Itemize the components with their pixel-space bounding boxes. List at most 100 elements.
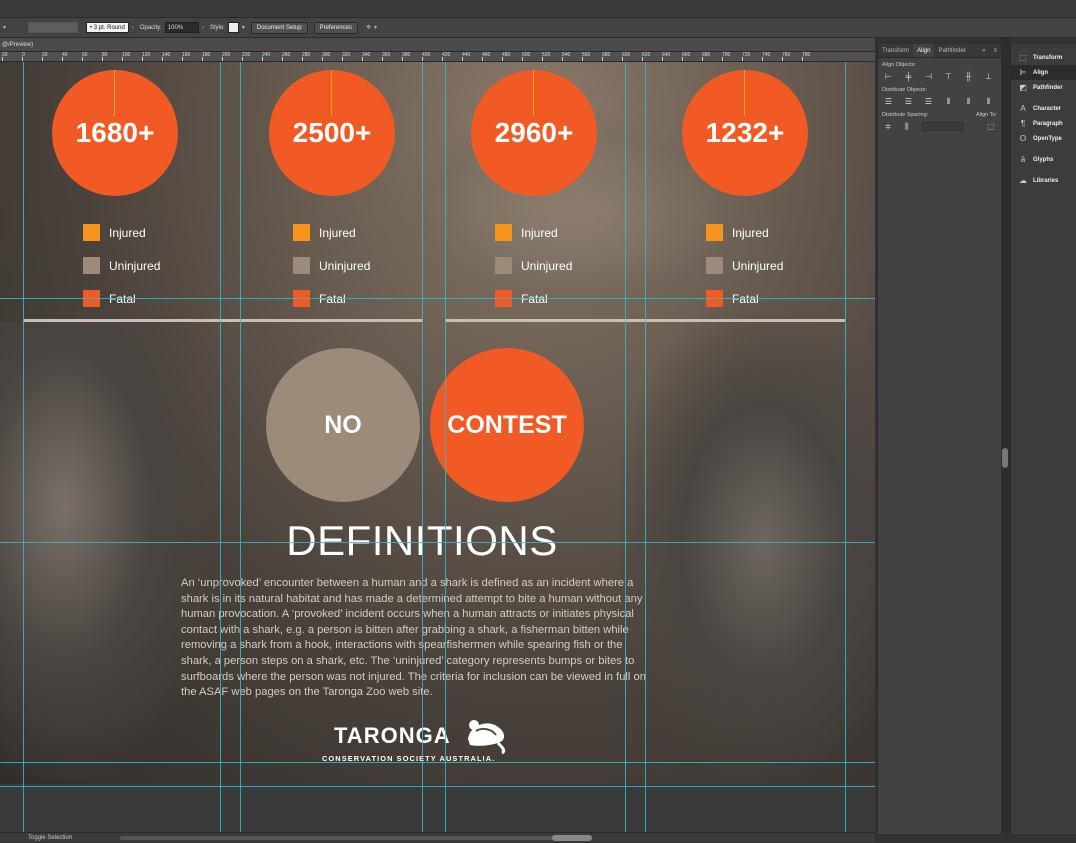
panel-dock: ⬚ Transform ⊫ Align ◩ Pathfinder A Character… xyxy=(1010,44,1076,834)
glyphs-icon: ä xyxy=(1020,155,1026,164)
ruler-tick xyxy=(742,57,743,61)
ruler-tick-label: 600 xyxy=(622,52,631,58)
ruler-tick xyxy=(582,57,583,61)
align-to-selection-icon[interactable]: ⬚ xyxy=(985,122,997,131)
artboard: 1680+ 2500+ 2960+ 1232+ Injured Uninjure… xyxy=(0,62,875,784)
ruler-tick-label: 780 xyxy=(802,52,811,58)
ruler-tick xyxy=(142,57,143,61)
document-tab[interactable]: @/Preview) xyxy=(0,38,875,52)
guide-vertical[interactable] xyxy=(645,62,646,832)
libraries-icon: ☁ xyxy=(1019,176,1027,185)
panel-menu-icon[interactable]: ≡ xyxy=(989,44,1001,57)
dock-item-align[interactable]: ⊫ Align xyxy=(1011,65,1076,80)
guide-vertical[interactable] xyxy=(240,62,241,832)
dock-item-glyphs[interactable]: ä Glyphs xyxy=(1011,152,1076,167)
stroke-profile-dropdown[interactable]: • 3 pt. Round xyxy=(86,22,129,33)
legend-swatch xyxy=(83,224,100,241)
align-left-icon[interactable]: ⊢ xyxy=(882,72,895,81)
scroll-thumb[interactable] xyxy=(552,835,592,841)
status-label[interactable]: Toggle Selection xyxy=(28,835,72,841)
distribute-objects-label: Distribute Objects: xyxy=(882,87,927,93)
distribute-vcenter-icon[interactable]: ☰ xyxy=(902,97,915,106)
tab-transform[interactable]: Transform xyxy=(878,44,913,57)
ruler-tick-label: 440 xyxy=(462,52,471,58)
dock-item-opentype[interactable]: O OpenType xyxy=(1011,131,1076,146)
pie-slice xyxy=(114,70,115,116)
scroll-thumb[interactable] xyxy=(1002,448,1008,468)
ruler-tick xyxy=(102,57,103,61)
chevron-down-icon[interactable]: ▾ xyxy=(3,24,6,31)
guide-vertical[interactable] xyxy=(445,62,446,832)
stroke-weight-field[interactable] xyxy=(28,22,79,33)
application-bar xyxy=(0,0,1076,18)
ruler-tick-label: 300 xyxy=(322,52,331,58)
legend-swatch xyxy=(293,257,310,274)
legend-item-uninjured: Uninjured xyxy=(83,257,160,274)
tab-pathfinder[interactable]: Pathfinder xyxy=(934,44,969,57)
dock-item-pathfinder[interactable]: ◩ Pathfinder xyxy=(1011,80,1076,95)
ruler-tick-label: 700 xyxy=(722,52,731,58)
chevron-down-icon[interactable]: › xyxy=(132,25,134,31)
chevron-down-icon[interactable]: ▾ xyxy=(374,24,377,31)
align-bottom-icon[interactable]: ⊥ xyxy=(982,72,995,81)
legend-2: Injured Uninjured Fatal xyxy=(293,224,370,323)
align-to-label: Align To: xyxy=(976,112,997,118)
guide-vertical[interactable] xyxy=(845,62,846,832)
dock-item-paragraph[interactable]: ¶ Paragraph xyxy=(1011,116,1076,131)
opacity-input[interactable]: 100% xyxy=(164,22,199,33)
distribute-left-icon[interactable]: ⦀ xyxy=(942,97,955,106)
paragraph-icon: ¶ xyxy=(1020,119,1026,128)
definitions-body: An ‘unprovoked’ encounter between a huma… xyxy=(181,577,646,699)
ruler-tick xyxy=(182,57,183,61)
document-setup-button[interactable]: Document Setup xyxy=(250,21,308,34)
collapse-panel-icon[interactable]: » xyxy=(978,44,989,57)
ruler-tick xyxy=(422,57,423,61)
horizontal-ruler[interactable]: 20 0 20 40 60 80 100 120 140 160 180 200 220 240 260 28… xyxy=(0,52,875,62)
pathfinder-icon: ◩ xyxy=(1019,83,1027,92)
guide-horizontal[interactable] xyxy=(0,298,875,299)
horizontal-spacing-icon[interactable]: ⫼ xyxy=(901,122,913,131)
dock-item-libraries[interactable]: ☁ Libraries xyxy=(1011,173,1076,188)
align-hcenter-icon[interactable]: ╪ xyxy=(902,72,915,81)
canvas[interactable]: 1680+ 2500+ 2960+ 1232+ Injured Uninjure… xyxy=(0,62,875,832)
distribute-top-icon[interactable]: ☰ xyxy=(882,97,895,106)
preferences-button[interactable]: Preferences xyxy=(313,21,358,34)
chevron-down-icon[interactable]: ▾ xyxy=(242,24,245,31)
vertical-spacing-icon[interactable]: ≑ xyxy=(882,122,894,131)
stat-value: 2960+ xyxy=(494,117,574,148)
guide-vertical[interactable] xyxy=(625,62,626,832)
vertical-scrollbar[interactable] xyxy=(1000,38,1010,832)
dock-item-transform[interactable]: ⬚ Transform xyxy=(1011,50,1076,65)
ruler-tick xyxy=(342,57,343,61)
distribute-right-icon[interactable]: ⦀ xyxy=(982,97,995,106)
ruler-tick-label: 760 xyxy=(782,52,791,58)
horizontal-scrollbar[interactable] xyxy=(120,836,580,840)
chevron-right-icon[interactable]: › xyxy=(202,25,204,31)
align-vcenter-icon[interactable]: ╫ xyxy=(962,72,975,81)
align-top-icon[interactable]: ⊤ xyxy=(942,72,955,81)
distribute-spacing-buttons: ≑ ⫼ ⬚ xyxy=(878,120,1001,133)
guide-vertical[interactable] xyxy=(422,62,423,832)
guide-vertical[interactable] xyxy=(23,62,24,832)
ruler-tick xyxy=(562,57,563,61)
stat-circle-2: 2500+ xyxy=(269,70,395,196)
legend-item-uninjured: Uninjured xyxy=(495,257,572,274)
ruler-tick xyxy=(382,57,383,61)
align-right-icon[interactable]: ⊣ xyxy=(922,72,935,81)
arrange-documents-icon[interactable]: ⌖ xyxy=(366,22,371,33)
ruler-tick xyxy=(402,57,403,61)
dock-item-character[interactable]: A Character xyxy=(1011,101,1076,116)
spacing-input[interactable] xyxy=(921,122,965,131)
guide-horizontal[interactable] xyxy=(0,542,875,543)
legend-1: Injured Uninjured Fatal xyxy=(83,224,160,323)
guide-horizontal[interactable] xyxy=(0,786,875,787)
ruler-tick-label: 640 xyxy=(662,52,671,58)
guide-vertical[interactable] xyxy=(220,62,221,832)
guide-horizontal[interactable] xyxy=(0,762,875,763)
distribute-bottom-icon[interactable]: ☰ xyxy=(922,97,935,106)
tab-align[interactable]: Align xyxy=(913,44,935,57)
graphic-style-swatch[interactable] xyxy=(227,22,239,33)
distribute-hcenter-icon[interactable]: ⦀ xyxy=(962,97,975,106)
ruler-tick xyxy=(262,57,263,61)
stat-value: 1232+ xyxy=(705,117,785,148)
